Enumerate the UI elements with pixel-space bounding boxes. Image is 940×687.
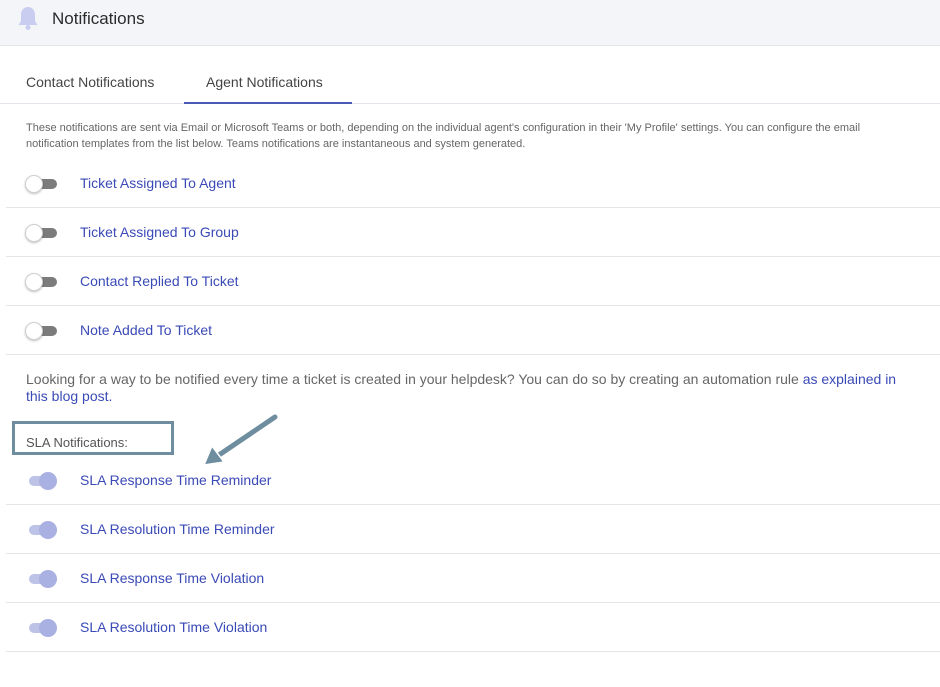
notification-link[interactable]: SLA Response Time Violation: [80, 570, 264, 586]
toggle-switch[interactable]: [25, 175, 57, 193]
automation-info-body: Looking for a way to be notified every t…: [26, 371, 803, 387]
sla-notifications-heading: SLA Notifications:: [26, 435, 128, 450]
toggle-switch[interactable]: [25, 224, 57, 242]
notification-row-note-added-to-ticket: Note Added To Ticket: [6, 306, 940, 355]
notification-tabs: Contact Notifications Agent Notification…: [0, 46, 940, 104]
notification-row-ticket-assigned-to-group: Ticket Assigned To Group: [6, 208, 940, 257]
toggle-switch[interactable]: [25, 322, 57, 340]
notification-link[interactable]: Ticket Assigned To Group: [80, 224, 239, 240]
sla-row-response-time-reminder: SLA Response Time Reminder: [6, 456, 940, 505]
toggle-switch[interactable]: [25, 570, 57, 588]
notification-link[interactable]: Contact Replied To Ticket: [80, 273, 239, 289]
sla-row-resolution-time-violation: SLA Resolution Time Violation: [6, 603, 940, 652]
notification-link[interactable]: Note Added To Ticket: [80, 322, 212, 338]
bell-icon: [18, 7, 38, 30]
notification-row-contact-replied-to-ticket: Contact Replied To Ticket: [6, 257, 940, 306]
notification-link[interactable]: SLA Response Time Reminder: [80, 472, 271, 488]
notification-link[interactable]: Ticket Assigned To Agent: [80, 175, 236, 191]
toggle-switch[interactable]: [25, 273, 57, 291]
notification-link[interactable]: SLA Resolution Time Violation: [80, 619, 267, 635]
active-tab-indicator: [184, 102, 352, 104]
toggle-switch[interactable]: [25, 619, 57, 637]
sla-row-resolution-time-reminder: SLA Resolution Time Reminder: [6, 505, 940, 554]
automation-info-text: Looking for a way to be notified every t…: [26, 371, 906, 405]
page-header: Notifications: [0, 0, 940, 46]
toggle-switch[interactable]: [25, 472, 57, 490]
notification-row-ticket-assigned-to-agent: Ticket Assigned To Agent: [6, 159, 940, 208]
tab-contact-notifications[interactable]: Contact Notifications: [26, 74, 154, 90]
sla-row-response-time-violation: SLA Response Time Violation: [6, 554, 940, 603]
page-title: Notifications: [52, 9, 145, 28]
tab-agent-notifications[interactable]: Agent Notifications: [206, 74, 323, 90]
notification-link[interactable]: SLA Resolution Time Reminder: [80, 521, 275, 537]
agent-notifications-description: These notifications are sent via Email o…: [26, 122, 861, 150]
toggle-switch[interactable]: [25, 521, 57, 539]
